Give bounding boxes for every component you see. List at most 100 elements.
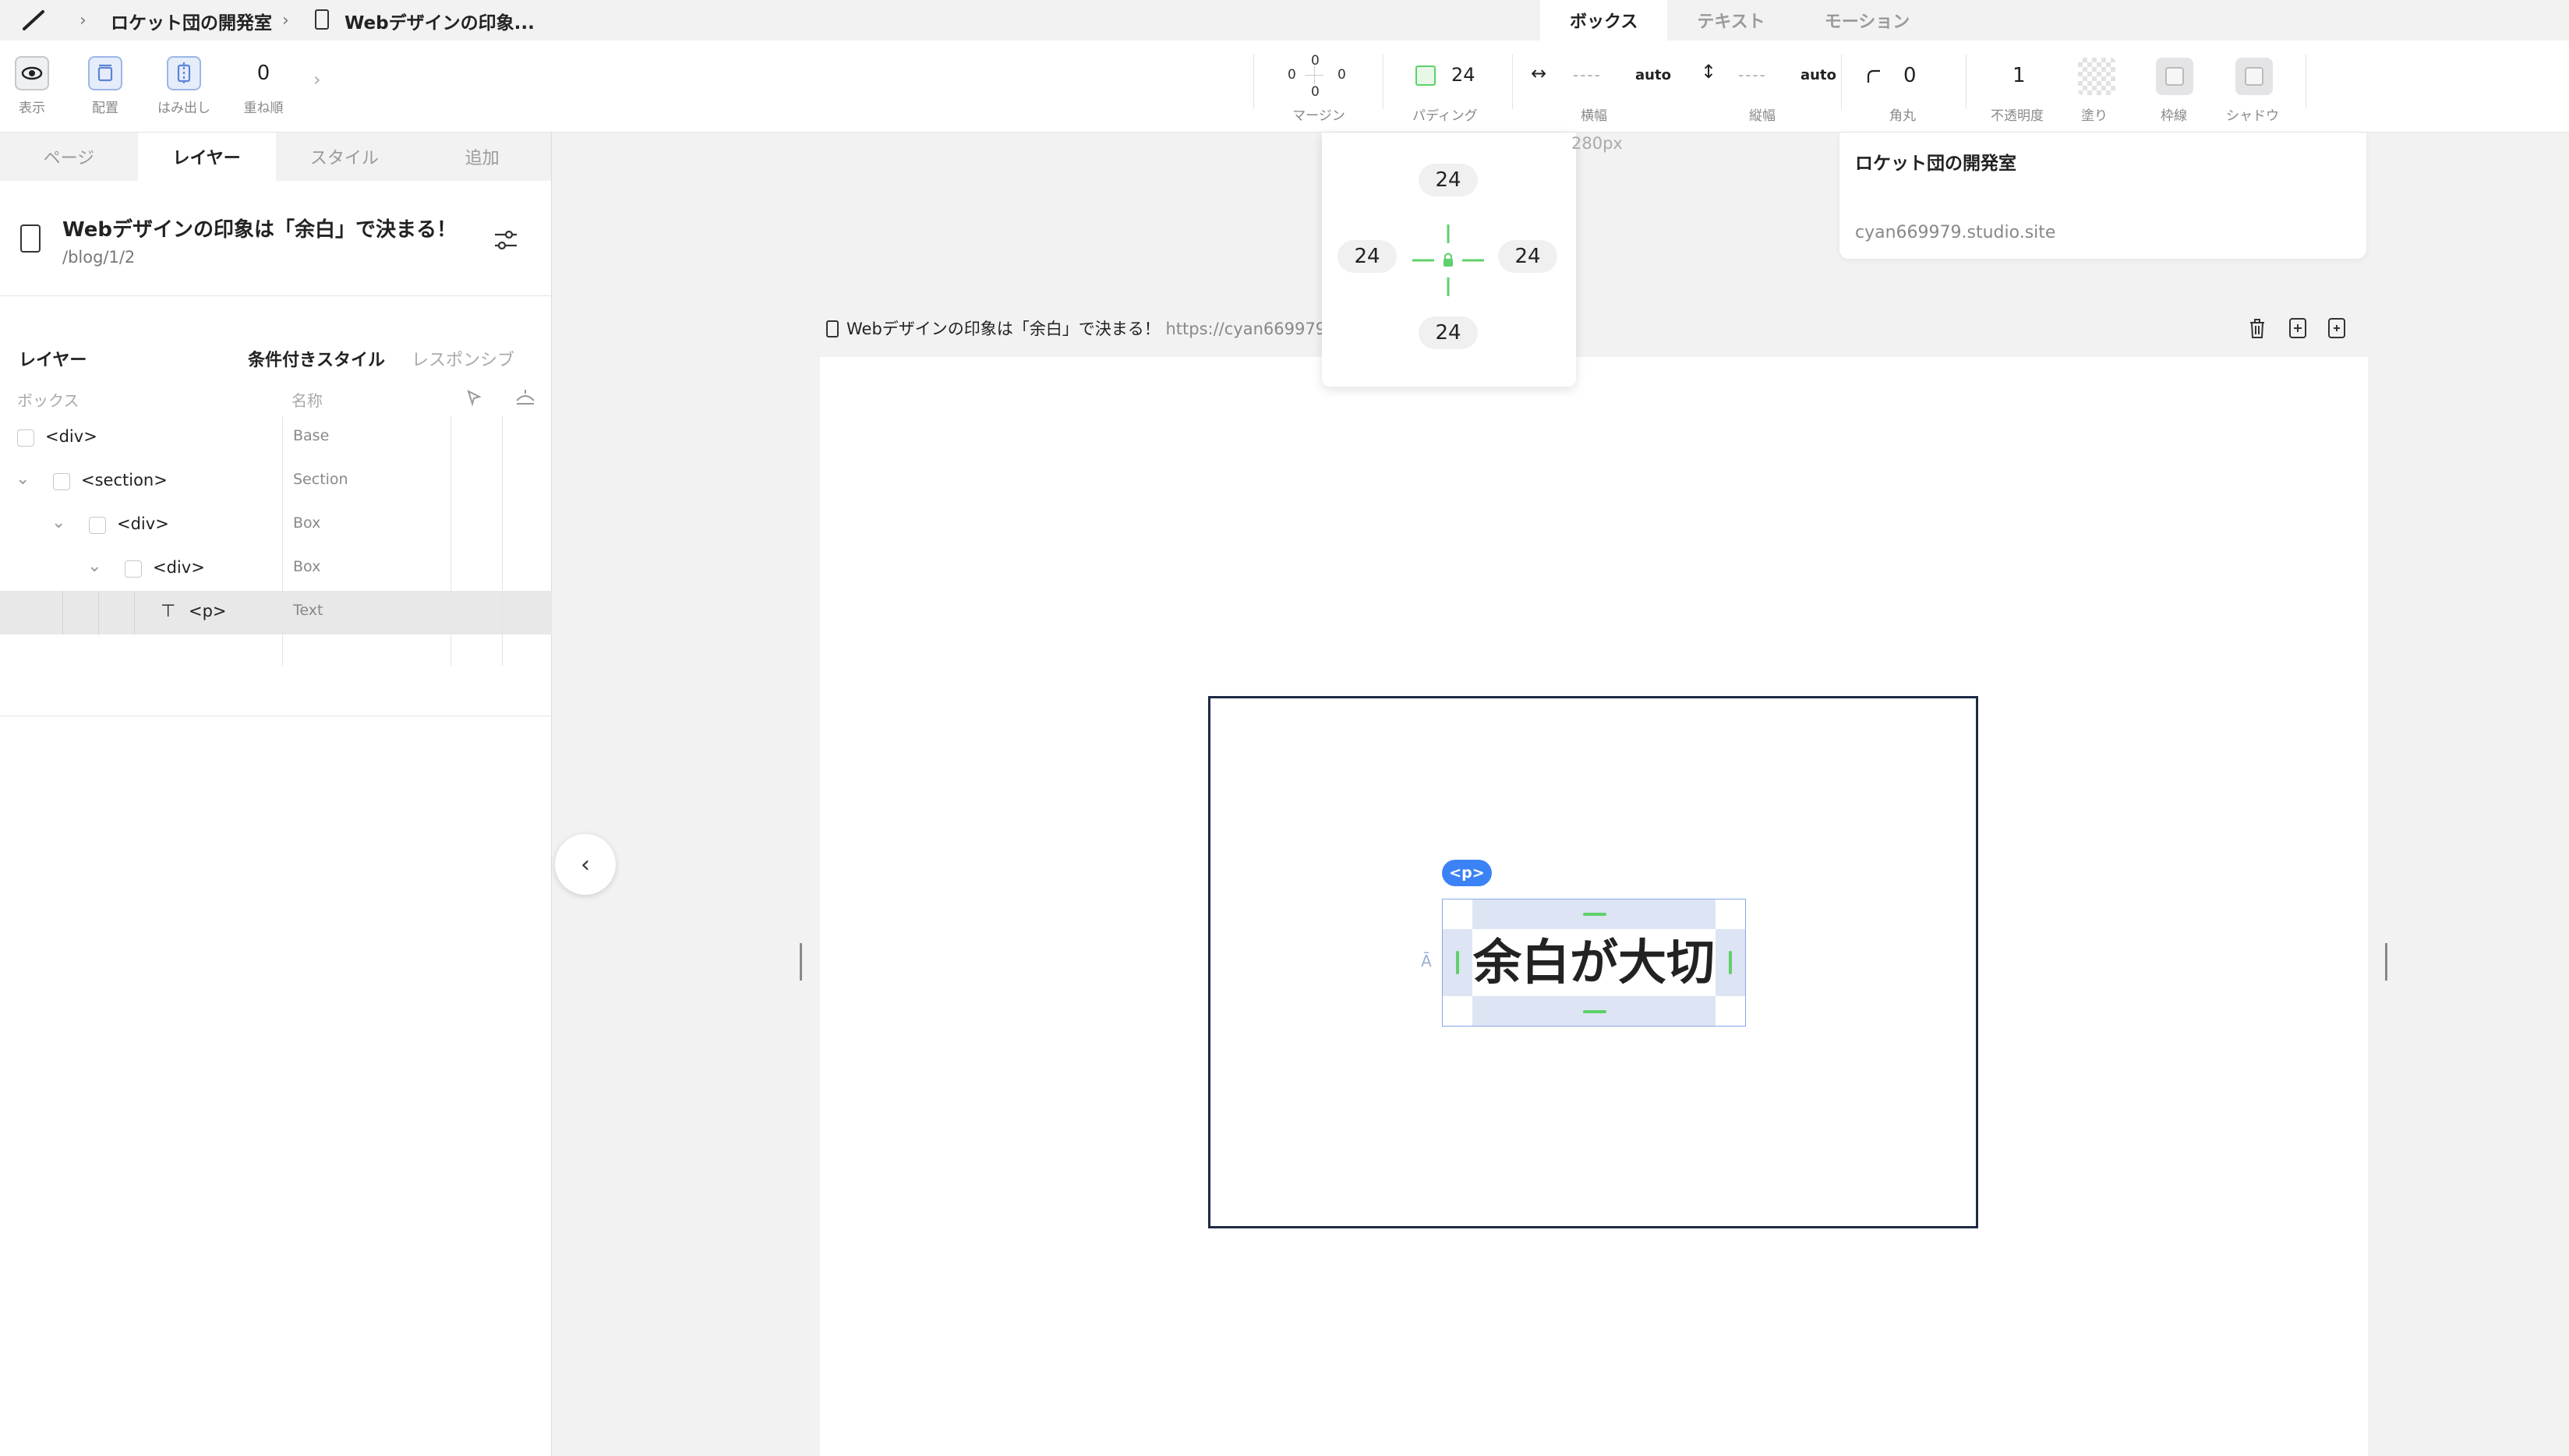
layer-row-selected[interactable]: ⊤ <p> Text: [0, 591, 552, 634]
height-value[interactable]: auto: [1800, 67, 1836, 83]
padding-bottom-input[interactable]: 24: [1419, 316, 1478, 349]
layer-checkbox[interactable]: [17, 429, 34, 447]
corner-radius-icon: [1867, 69, 1880, 83]
height-arrow-icon: ↕: [1701, 61, 1717, 83]
page-path: /blog/1/2: [62, 248, 136, 267]
padding-top-input[interactable]: 24: [1419, 164, 1478, 196]
resize-handle-right[interactable]: [2385, 943, 2387, 981]
padding-lock-icon[interactable]: [1409, 221, 1487, 299]
overflow-tool[interactable]: はみ出し: [156, 56, 212, 116]
chevron-down-icon[interactable]: ⌄: [51, 513, 65, 532]
layer-row[interactable]: ⌄ <section> Section: [0, 460, 552, 504]
padding-right-input[interactable]: 24: [1498, 240, 1557, 273]
zindex-tool[interactable]: 0 重ね順: [242, 56, 285, 116]
padding-left-input[interactable]: 24: [1338, 240, 1397, 273]
padding-handle-bottom[interactable]: [1583, 1010, 1606, 1013]
zindex-value[interactable]: 0: [242, 56, 285, 90]
page-title: Webデザインの印象は「余白」で決まる！: [62, 218, 457, 242]
shadow-control[interactable]: [2235, 58, 2273, 95]
layer-checkbox[interactable]: [53, 473, 70, 490]
padding-popup: 24 24 24 24: [1322, 133, 1576, 387]
opacity-label: 不透明度: [1991, 108, 2044, 124]
overflow-icon: [167, 56, 201, 90]
duplicate-page-icon[interactable]: [2326, 316, 2348, 340]
selected-element-badge: <p>: [1442, 860, 1492, 886]
document-icon: [826, 320, 839, 337]
tree-guide: [134, 591, 135, 634]
pen-icon[interactable]: [22, 9, 45, 31]
padding-handle-top[interactable]: [1583, 913, 1606, 916]
divider: [1841, 55, 1842, 109]
breadcrumb-project[interactable]: ロケット団の開発室: [111, 8, 272, 34]
tree-guide: [62, 591, 63, 634]
resize-handle-left[interactable]: [800, 943, 802, 981]
site-card[interactable]: ロケット団の開発室 cyan669979.studio.site: [1839, 133, 2366, 259]
layer-row[interactable]: ⌄ <div> Box: [0, 547, 552, 591]
tab-add[interactable]: 追加: [413, 133, 551, 181]
page-header: Webデザインの印象は「余白」で決まる！ /blog/1/2: [0, 181, 552, 296]
eye-icon: [15, 56, 49, 90]
fill-swatch[interactable]: [2078, 58, 2115, 95]
canvas-page-title: Webデザインの印象は「余白」で決まる！: [846, 320, 1161, 338]
add-page-icon[interactable]: [2287, 316, 2309, 340]
tab-motion[interactable]: モーション: [1795, 0, 1940, 41]
chevron-right-icon[interactable]: ›: [313, 69, 321, 90]
show-tool[interactable]: 表示: [12, 56, 51, 116]
layer-list: <div> Base ⌄ <section> Section ⌄ <div> B…: [0, 416, 552, 634]
padding-handle-right[interactable]: [1729, 951, 1732, 974]
margin-right-value[interactable]: 0: [1338, 67, 1346, 83]
pointer-icon[interactable]: [465, 388, 483, 407]
shadow-icon: [2245, 67, 2263, 86]
opacity-value[interactable]: 1: [2012, 64, 2026, 87]
layer-tag: <div>: [45, 427, 97, 446]
subtab-layers[interactable]: レイヤー: [19, 346, 87, 371]
tab-text[interactable]: テキスト: [1667, 0, 1794, 41]
breadcrumb-page[interactable]: Webデザインの印象...: [345, 8, 535, 34]
divider: [1253, 55, 1254, 109]
place-tool[interactable]: 配置: [86, 56, 125, 116]
site-url[interactable]: cyan669979.studio.site: [1855, 223, 2055, 242]
tree-guide: [98, 591, 99, 634]
tab-box[interactable]: ボックス: [1540, 0, 1668, 41]
toolbar: 表示 配置 はみ出し 0 重ね順 › 0 0 0 0 マージン 24 パディング: [0, 41, 2569, 133]
height-dash[interactable]: ----: [1738, 65, 1767, 84]
border-control[interactable]: [2156, 58, 2193, 95]
text-align-icon[interactable]: Ā: [1411, 945, 1442, 977]
subtab-conditional-style[interactable]: 条件付きスタイル: [248, 346, 385, 371]
tab-style[interactable]: スタイル: [276, 133, 414, 181]
selected-text-box[interactable]: 余白が大切: [1442, 899, 1746, 1027]
padding-value[interactable]: 24: [1451, 64, 1475, 86]
document-icon: [315, 9, 329, 30]
layer-tag: <div>: [117, 514, 169, 533]
width-dash[interactable]: ----: [1573, 65, 1602, 84]
width-label: 横幅: [1581, 108, 1607, 124]
trash-icon[interactable]: [2246, 316, 2268, 340]
margin-bottom-value[interactable]: 0: [1311, 84, 1320, 100]
selected-text[interactable]: 余白が大切: [1472, 929, 1716, 996]
layer-checkbox[interactable]: [125, 560, 142, 578]
padding-handle-left[interactable]: [1456, 951, 1459, 974]
tab-page[interactable]: ページ: [0, 133, 138, 181]
ruler-width-label: 280px: [1571, 134, 1623, 153]
height-label: 縦幅: [1749, 108, 1776, 124]
settings-sliders-icon[interactable]: [493, 228, 519, 253]
show-label: 表示: [19, 101, 45, 116]
layer-row[interactable]: ⌄ <div> Box: [0, 504, 552, 547]
radius-value[interactable]: 0: [1903, 64, 1917, 87]
margin-top-value[interactable]: 0: [1311, 53, 1320, 69]
layer-name: Text: [293, 602, 323, 619]
layer-tag: <section>: [81, 471, 168, 489]
visibility-icon[interactable]: [514, 388, 536, 407]
collapse-panel-button[interactable]: ‹: [555, 834, 616, 895]
subtab-responsive[interactable]: レスポンシブ: [412, 346, 514, 371]
layer-checkbox[interactable]: [89, 517, 106, 534]
tab-layer[interactable]: レイヤー: [137, 133, 276, 181]
top-bar: › ロケット団の開発室 › Webデザインの印象... ボックス テキスト モー…: [0, 0, 2569, 41]
layer-row[interactable]: <div> Base: [0, 416, 552, 460]
layer-tag: <div>: [153, 558, 205, 577]
width-value[interactable]: auto: [1635, 67, 1671, 83]
text-type-icon: ⊤: [161, 602, 176, 621]
chevron-down-icon[interactable]: ⌄: [16, 469, 30, 489]
margin-left-value[interactable]: 0: [1288, 67, 1296, 83]
chevron-down-icon[interactable]: ⌄: [87, 557, 101, 576]
